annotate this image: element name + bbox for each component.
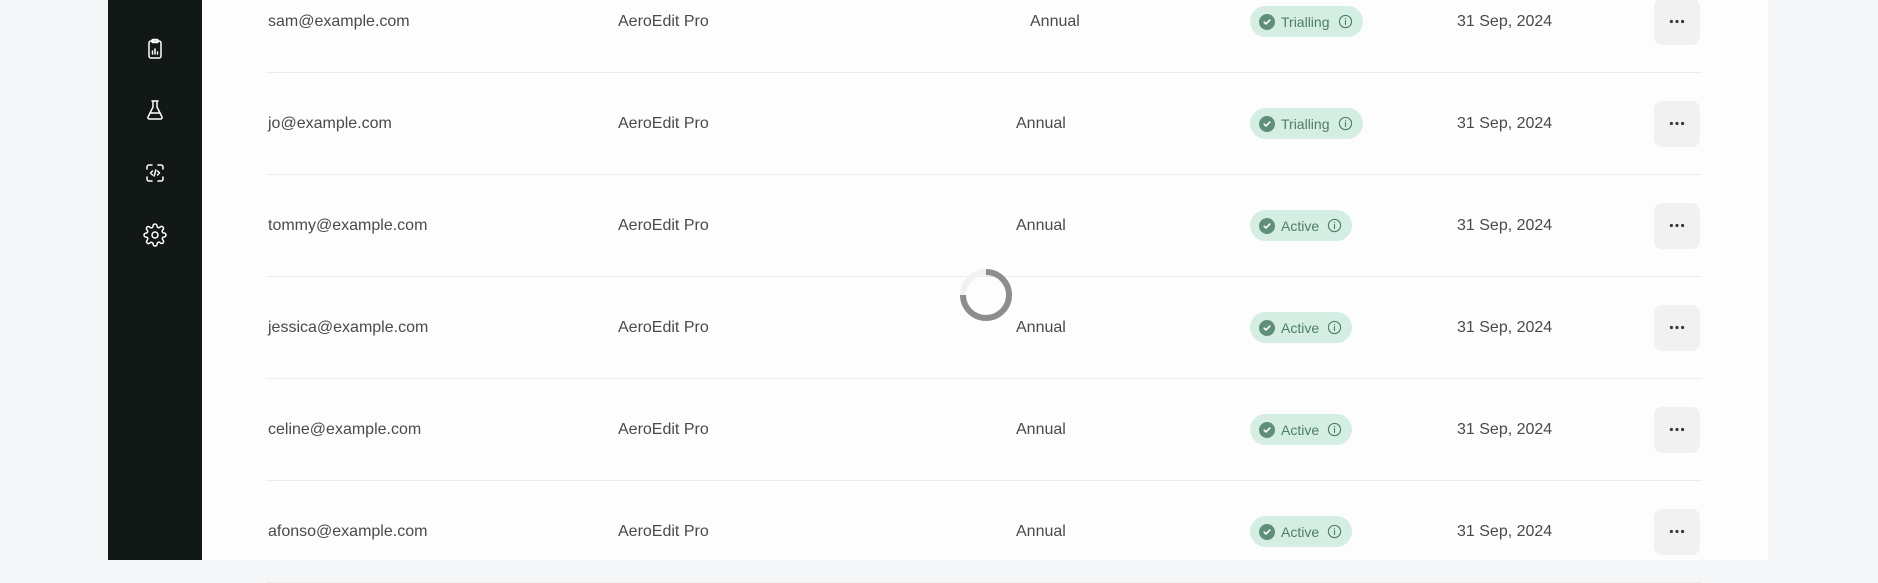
date-cell: 31 Sep, 2024 [1457,114,1553,132]
product-cell: AeroEdit Pro [618,12,709,30]
status-cell: Trialling [1250,73,1363,174]
status-badge: Active [1250,414,1353,445]
check-circle-icon [1259,319,1275,336]
billing-cell: Annual [1016,420,1066,438]
clipboard-icon[interactable] [108,32,202,66]
check-circle-icon [1259,421,1275,438]
billing-cell: Annual [1016,522,1066,540]
menu-cell [1654,175,1700,276]
email-cell: jo@example.com [268,114,392,132]
menu-cell [1654,481,1700,582]
ellipsis-icon [1669,325,1685,330]
info-icon[interactable] [1327,422,1342,437]
billing-cell: Annual [1016,216,1066,234]
date-cell: 31 Sep, 2024 [1457,522,1553,540]
code-icon[interactable] [108,156,202,190]
menu-cell [1654,277,1700,378]
info-icon[interactable] [1327,320,1342,335]
sidebar [108,0,202,560]
billing-cell: Annual [1016,318,1066,336]
status-label: Trialling [1281,13,1330,30]
info-icon[interactable] [1338,14,1353,29]
billing-cell: Annual [1030,12,1080,30]
product-cell: AeroEdit Pro [618,318,709,336]
email-cell: afonso@example.com [268,522,428,540]
status-label: Active [1281,421,1320,438]
ellipsis-icon [1669,223,1685,228]
more-options-button[interactable] [1654,508,1700,555]
product-cell: AeroEdit Pro [618,114,709,132]
info-icon[interactable] [1327,218,1342,233]
date-cell: 31 Sep, 2024 [1457,216,1553,234]
product-cell: AeroEdit Pro [618,522,709,540]
billing-cell: Annual [1016,114,1066,132]
more-options-button[interactable] [1654,304,1700,351]
status-badge: Active [1250,312,1353,343]
product-cell: AeroEdit Pro [618,216,709,234]
status-cell: Active [1250,175,1353,276]
status-cell: Active [1250,481,1353,582]
email-cell: celine@example.com [268,420,422,438]
email-cell: jessica@example.com [268,318,429,336]
menu-cell [1654,379,1700,480]
check-circle-icon [1259,523,1275,540]
date-cell: 31 Sep, 2024 [1457,420,1553,438]
status-cell: Trialling [1250,0,1363,72]
date-cell: 31 Sep, 2024 [1457,12,1553,30]
status-label: Active [1281,217,1320,234]
ellipsis-icon [1669,121,1685,126]
status-badge: Trialling [1250,108,1363,139]
menu-cell [1654,73,1700,174]
loading-spinner-icon [960,269,1012,321]
table-row[interactable]: celine@example.com AeroEdit Pro Annual A… [266,379,1702,481]
more-options-button[interactable] [1654,100,1700,147]
status-label: Trialling [1281,115,1330,132]
check-circle-icon [1259,115,1275,132]
more-options-button[interactable] [1654,0,1700,45]
status-badge: Active [1250,516,1353,547]
more-options-button[interactable] [1654,406,1700,453]
table-row[interactable]: jo@example.com AeroEdit Pro Annual Trial… [266,73,1702,175]
ellipsis-icon [1669,529,1685,534]
check-circle-icon [1259,217,1275,234]
status-badge: Active [1250,210,1353,241]
status-cell: Active [1250,379,1353,480]
flask-icon[interactable] [108,93,202,127]
table-row[interactable]: tommy@example.com AeroEdit Pro Annual Ac… [266,175,1702,277]
table-row[interactable]: afonso@example.com AeroEdit Pro Annual A… [266,481,1702,583]
product-cell: AeroEdit Pro [618,420,709,438]
status-label: Active [1281,523,1320,540]
status-label: Active [1281,319,1320,336]
ellipsis-icon [1669,427,1685,432]
check-circle-icon [1259,13,1275,30]
more-options-button[interactable] [1654,202,1700,249]
info-icon[interactable] [1327,524,1342,539]
status-badge: Trialling [1250,6,1363,37]
table-row[interactable]: sam@example.com AeroEdit Pro Annual Tria… [266,0,1702,73]
date-cell: 31 Sep, 2024 [1457,318,1553,336]
email-cell: sam@example.com [268,12,410,30]
gear-icon[interactable] [108,218,202,252]
email-cell: tommy@example.com [268,216,428,234]
ellipsis-icon [1669,19,1685,24]
status-cell: Active [1250,277,1353,378]
info-icon[interactable] [1338,116,1353,131]
menu-cell [1654,0,1700,72]
